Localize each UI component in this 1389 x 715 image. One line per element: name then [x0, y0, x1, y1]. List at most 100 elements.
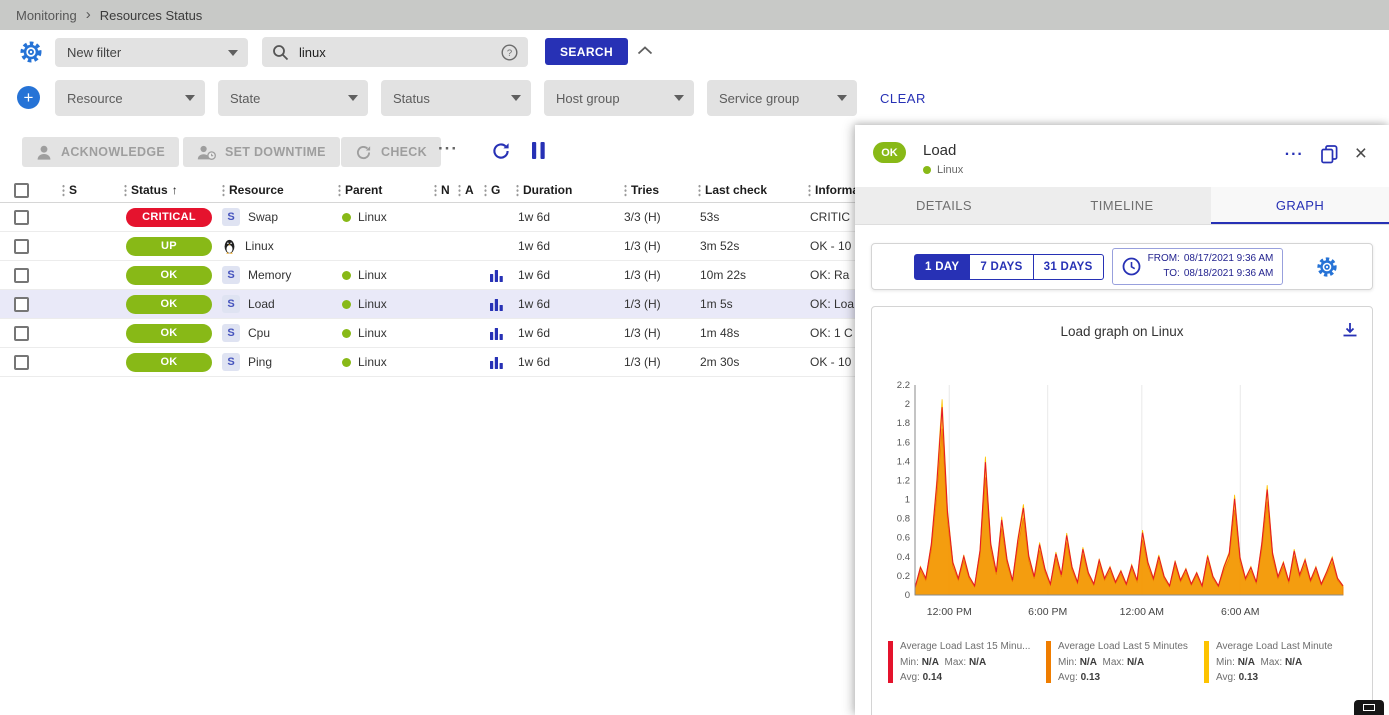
- resource-name[interactable]: Memory: [248, 268, 291, 282]
- column-header-last-check[interactable]: Last check: [688, 178, 798, 202]
- tries-value: 1/3 (H): [612, 290, 688, 318]
- drag-handle-icon: [222, 184, 225, 197]
- row-checkbox[interactable]: [14, 355, 29, 370]
- period-1-day[interactable]: 1 DAY: [914, 254, 970, 280]
- svg-text:1.6: 1.6: [897, 437, 910, 448]
- saved-filter-value: New filter: [67, 45, 121, 60]
- person-icon: [36, 145, 52, 160]
- svg-text:2: 2: [905, 399, 910, 410]
- collapse-filters-icon[interactable]: [637, 46, 653, 55]
- resource-name[interactable]: Cpu: [248, 326, 270, 340]
- period-7-days[interactable]: 7 DAYS: [969, 254, 1033, 280]
- criteria-select-state[interactable]: State: [218, 80, 368, 116]
- column-header-parent[interactable]: Parent: [326, 178, 426, 202]
- graph-settings-gear-icon[interactable]: [1316, 256, 1338, 278]
- pause-icon[interactable]: [531, 142, 546, 159]
- tab-timeline[interactable]: TIMELINE: [1033, 187, 1211, 224]
- duration-value: 1w 6d: [506, 290, 612, 318]
- saved-filter-select[interactable]: New filter: [55, 38, 248, 67]
- tab-details[interactable]: DETAILS: [855, 187, 1033, 224]
- add-criteria-button[interactable]: +: [17, 86, 40, 109]
- parent-name[interactable]: Linux: [358, 210, 387, 224]
- more-actions-button[interactable]: ···: [438, 139, 458, 159]
- has-graph-icon[interactable]: [490, 356, 503, 369]
- drag-handle-icon: [338, 184, 341, 197]
- row-checkbox[interactable]: [14, 326, 29, 341]
- drag-handle-icon: [698, 184, 701, 197]
- legend-item-average-load-last-15-minu[interactable]: Average Load Last 15 Minu... Min: N/A Ma…: [888, 639, 1046, 686]
- chevron-down-icon: [511, 95, 521, 101]
- parent-name[interactable]: Linux: [358, 326, 387, 340]
- criteria-select-resource[interactable]: Resource: [55, 80, 205, 116]
- status-chip: OK: [126, 324, 212, 343]
- row-checkbox[interactable]: [14, 268, 29, 283]
- criteria-select-status[interactable]: Status: [381, 80, 531, 116]
- status-chip: OK: [126, 295, 212, 314]
- column-header-duration[interactable]: Duration: [506, 178, 612, 202]
- period-buttons: 1 DAY7 DAYS31 DAYS: [914, 254, 1104, 280]
- drag-handle-icon: [516, 184, 519, 197]
- check-button[interactable]: CHECK: [341, 137, 441, 167]
- svg-text:0.4: 0.4: [897, 552, 910, 563]
- resource-name[interactable]: Ping: [248, 355, 272, 369]
- tries-value: 1/3 (H): [612, 348, 688, 376]
- refresh-icon[interactable]: [491, 141, 511, 161]
- breadcrumb: Monitoring › Resources Status: [0, 0, 1389, 30]
- column-header-a[interactable]: A: [452, 178, 476, 202]
- column-header-tries[interactable]: Tries: [612, 178, 688, 202]
- has-graph-icon[interactable]: [490, 269, 503, 282]
- resource-name[interactable]: Load: [248, 297, 275, 311]
- tries-value: 3/3 (H): [612, 203, 688, 231]
- from-value: 08/17/2021 9:36 AM: [1184, 252, 1274, 267]
- clear-filters-button[interactable]: CLEAR: [880, 91, 926, 106]
- parent-name[interactable]: Linux: [358, 268, 387, 282]
- has-graph-icon[interactable]: [490, 327, 503, 340]
- column-header-g[interactable]: G: [476, 178, 506, 202]
- export-graph-icon[interactable]: [1341, 321, 1359, 339]
- criteria-select-host-group[interactable]: Host group: [544, 80, 694, 116]
- search-input[interactable]: linux ?: [262, 37, 528, 67]
- set-downtime-label: SET DOWNTIME: [225, 145, 326, 159]
- legend-item-average-load-last-5-minutes[interactable]: Average Load Last 5 Minutes Min: N/A Max…: [1046, 639, 1204, 686]
- set-downtime-button[interactable]: SET DOWNTIME: [183, 137, 340, 167]
- select-all-checkbox[interactable]: [14, 183, 29, 198]
- tab-graph[interactable]: GRAPH: [1211, 187, 1389, 224]
- criteria-select-service-group[interactable]: Service group: [707, 80, 857, 116]
- period-31-days[interactable]: 31 DAYS: [1033, 254, 1104, 280]
- svg-text:2.2: 2.2: [897, 380, 910, 391]
- column-header-resource[interactable]: Resource: [214, 178, 326, 202]
- copy-link-icon[interactable]: [1321, 145, 1338, 164]
- status-chip: CRITICAL: [126, 208, 212, 227]
- duration-value: 1w 6d: [506, 261, 612, 289]
- row-checkbox[interactable]: [14, 297, 29, 312]
- resource-name[interactable]: Swap: [248, 210, 278, 224]
- close-panel-icon[interactable]: ×: [1355, 143, 1367, 164]
- breadcrumb-monitoring[interactable]: Monitoring: [16, 8, 77, 23]
- duration-value: 1w 6d: [506, 348, 612, 376]
- column-header-n[interactable]: N: [426, 178, 452, 202]
- downtime-icon: [197, 145, 216, 160]
- custom-time-range[interactable]: FROM: 08/17/2021 9:36 AM TO: 08/18/2021 …: [1112, 248, 1284, 285]
- acknowledge-button[interactable]: ACKNOWLEDGE: [22, 137, 179, 167]
- column-header-status[interactable]: Status↑: [110, 178, 214, 202]
- filter-settings-gear-icon[interactable]: [19, 40, 43, 64]
- chevron-down-icon: [228, 50, 238, 56]
- breadcrumb-resources-status[interactable]: Resources Status: [100, 8, 203, 23]
- parent-status-dot: [342, 271, 351, 280]
- parent-name[interactable]: Linux: [358, 297, 387, 311]
- resource-name[interactable]: Linux: [245, 239, 274, 253]
- legend-item-average-load-last-minute[interactable]: Average Load Last Minute Min: N/A Max: N…: [1204, 639, 1362, 686]
- has-graph-icon[interactable]: [490, 298, 503, 311]
- column-header-s[interactable]: S: [44, 178, 110, 202]
- panel-more-icon[interactable]: ···: [1285, 146, 1304, 164]
- svg-text:0.2: 0.2: [897, 571, 910, 582]
- row-checkbox[interactable]: [14, 210, 29, 225]
- parent-name[interactable]: Linux: [358, 355, 387, 369]
- row-checkbox[interactable]: [14, 239, 29, 254]
- legend-color-bar: [1046, 641, 1051, 683]
- duration-value: 1w 6d: [506, 203, 612, 231]
- corner-overlay-widget[interactable]: [1354, 700, 1384, 715]
- search-button[interactable]: SEARCH: [545, 38, 628, 65]
- help-icon[interactable]: ?: [501, 44, 518, 61]
- chevron-down-icon: [185, 95, 195, 101]
